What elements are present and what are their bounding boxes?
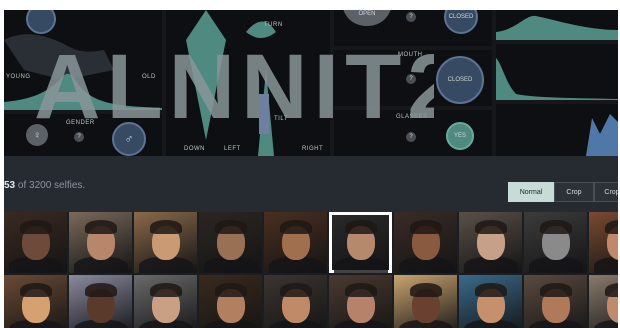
selfie-count-number: 53 — [4, 180, 16, 191]
age-panel[interactable]: YOUNG OLD — [4, 10, 162, 110]
histogram-panel-3[interactable] — [496, 104, 618, 156]
histogram-panel-2[interactable] — [496, 44, 618, 100]
selfie-thumbnail[interactable] — [134, 275, 197, 328]
gender-unknown-button[interactable]: ? — [74, 132, 84, 142]
selfie-thumbnail[interactable] — [524, 275, 587, 328]
selfie-hair — [214, 283, 247, 297]
eyes-unknown-button[interactable]: ? — [406, 12, 416, 22]
selfie-thumbnail[interactable] — [199, 275, 262, 328]
selfie-hair — [149, 283, 182, 297]
selfie-thumbnail[interactable] — [394, 212, 457, 273]
head-down-label: DOWN — [184, 146, 205, 152]
head-pose-graphic — [186, 10, 276, 156]
mouth-panel[interactable]: MOUTH ? CLOSED — [334, 50, 492, 106]
eyes-unknown-label: ? — [409, 14, 413, 20]
selfie-count-text: of 3200 selfies. — [15, 180, 86, 191]
selfie-hair — [409, 283, 442, 297]
histogram-panel-1[interactable] — [496, 10, 618, 40]
selfie-hair — [279, 283, 312, 297]
crop-view-button-2[interactable]: Crop — [594, 182, 618, 202]
selfie-hair — [409, 220, 442, 234]
selfie-hair — [604, 220, 618, 234]
selfie-hair — [149, 220, 182, 234]
selfie-hair — [19, 283, 52, 297]
selfie-hair — [344, 283, 377, 297]
selfie-thumbnail[interactable] — [459, 212, 522, 273]
gender-panel[interactable]: Gender ♀ ? ♂ — [4, 114, 162, 156]
mouth-closed-button[interactable]: CLOSED — [436, 56, 484, 104]
male-symbol-icon: ♂ — [124, 132, 134, 146]
selfie-hair — [19, 220, 52, 234]
selfie-hair — [474, 220, 507, 234]
gender-unknown-label: ? — [77, 134, 81, 140]
filter-dashboard: YOUNG OLD Gender ♀ ? ♂ TURN TILT DOWN — [4, 10, 618, 156]
crop-view-button[interactable]: Crop — [554, 182, 594, 202]
mouth-title: MOUTH — [398, 52, 423, 58]
glasses-yes-label: YES — [453, 133, 466, 139]
head-right-label: RIGHT — [302, 146, 324, 152]
glasses-panel[interactable]: GLASSES ? YES — [334, 110, 492, 156]
selfie-hair — [474, 283, 507, 297]
selfie-hair — [539, 220, 572, 234]
selfie-thumbnail[interactable] — [69, 275, 132, 328]
age-old-label: OLD — [142, 74, 156, 80]
selfie-grid — [4, 212, 618, 328]
glasses-unknown-label: ? — [409, 134, 413, 140]
selfie-thumbnail[interactable] — [524, 212, 587, 273]
histogram-3-graphic — [586, 114, 618, 156]
selfie-thumbnail[interactable] — [329, 212, 392, 273]
selfie-hair — [539, 283, 572, 297]
selfie-thumbnail[interactable] — [394, 275, 457, 328]
head-pose-panel[interactable]: TURN TILT DOWN LEFT RIGHT — [166, 10, 330, 156]
selfie-thumbnail[interactable] — [4, 212, 67, 273]
selfie-thumbnail[interactable] — [69, 212, 132, 273]
eyes-open-button[interactable]: OPEN — [342, 10, 392, 26]
selfie-thumbnail[interactable] — [264, 275, 327, 328]
selfie-thumbnail[interactable] — [589, 275, 618, 328]
normal-view-button[interactable]: Normal — [508, 182, 554, 202]
histogram-1-graphic — [496, 15, 618, 40]
selfie-thumbnail[interactable] — [329, 275, 392, 328]
glasses-unknown-button[interactable]: ? — [406, 132, 416, 142]
histogram-2-graphic — [496, 58, 618, 100]
eyes-open-label: OPEN — [358, 11, 376, 17]
selfie-thumbnail[interactable] — [264, 212, 327, 273]
selfie-thumbnail[interactable] — [199, 212, 262, 273]
glasses-yes-button[interactable]: YES — [446, 122, 474, 150]
head-turn-label: TURN — [264, 22, 283, 28]
age-young-label: YOUNG — [6, 74, 31, 80]
selfie-hair — [84, 283, 117, 297]
selfie-thumbnail[interactable] — [459, 275, 522, 328]
app-screenshot: YOUNG OLD Gender ♀ ? ♂ TURN TILT DOWN — [4, 10, 618, 328]
head-tilt-label: TILT — [274, 116, 288, 122]
selfie-body — [593, 257, 618, 273]
selfie-hair — [214, 220, 247, 234]
mouth-unknown-label: ? — [409, 76, 413, 82]
selfie-hair — [604, 283, 618, 297]
selfie-count: 53 of 3200 selfies. — [4, 180, 85, 191]
selfie-thumbnail[interactable] — [589, 212, 618, 273]
selfie-hair — [344, 220, 377, 234]
selfie-thumbnail[interactable] — [134, 212, 197, 273]
selfie-thumbnail[interactable] — [4, 275, 67, 328]
head-left-label: LEFT — [224, 146, 241, 152]
eyes-closed-button[interactable]: CLOSED — [444, 10, 478, 34]
selfie-hair — [84, 220, 117, 234]
gender-male-button[interactable]: ♂ — [112, 122, 146, 156]
eyes-panel[interactable]: OPEN ? CLOSED — [334, 10, 492, 46]
mouth-unknown-button[interactable]: ? — [406, 74, 416, 84]
eyes-closed-label: CLOSED — [448, 14, 474, 20]
gender-title: Gender — [66, 120, 95, 126]
female-symbol-icon: ♀ — [33, 129, 41, 141]
gender-female-button[interactable]: ♀ — [26, 124, 48, 146]
mouth-closed-label: CLOSED — [447, 77, 473, 83]
selfie-hair — [279, 220, 312, 234]
glasses-title: GLASSES — [396, 114, 428, 120]
